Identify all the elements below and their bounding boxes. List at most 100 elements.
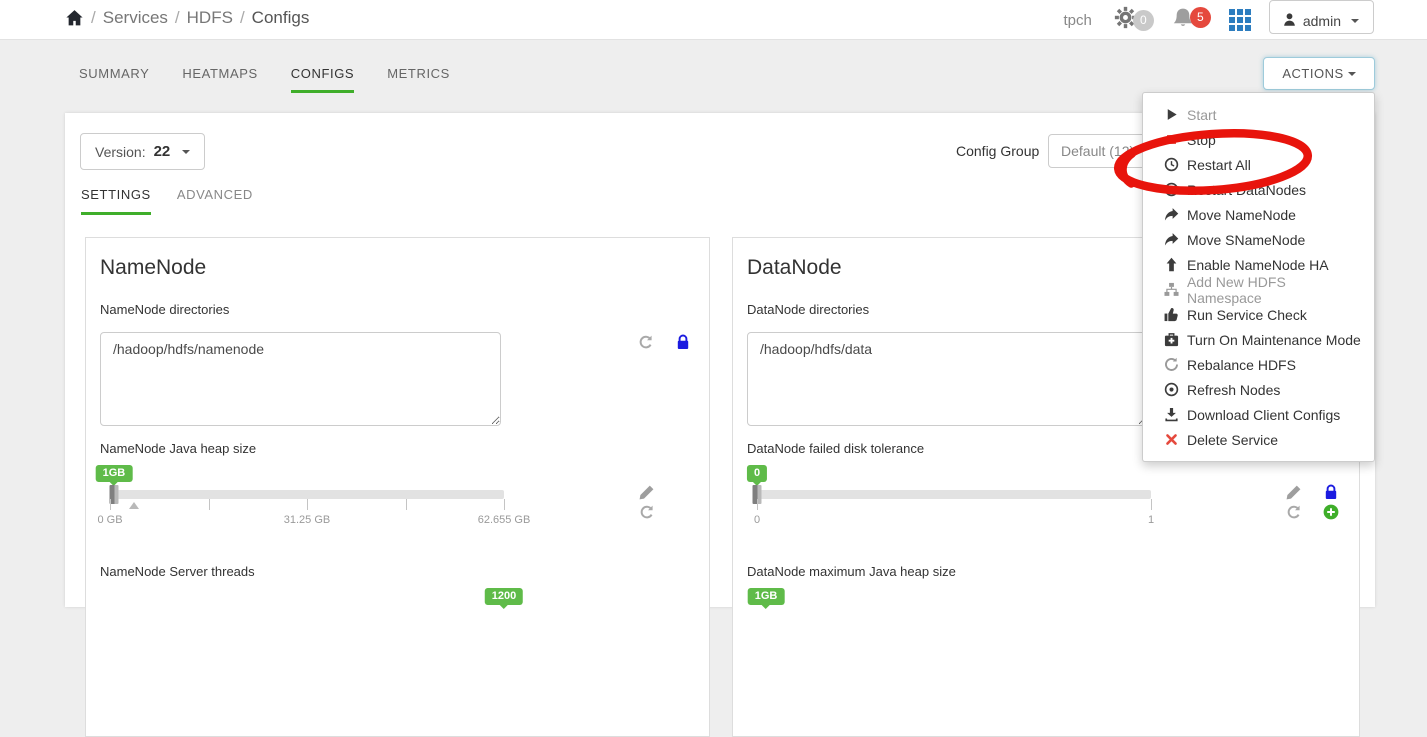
undo-icon[interactable] xyxy=(639,504,655,520)
panel-title: DataNode xyxy=(747,256,842,280)
chevron-down-icon xyxy=(1348,72,1356,76)
config-group-value: Default (12) xyxy=(1061,143,1134,159)
alerts-count-badge: 5 xyxy=(1190,7,1211,28)
stop-icon xyxy=(1163,133,1180,146)
slider-tick-label: 1 xyxy=(1148,514,1154,526)
menu-item-label: Move SNameNode xyxy=(1187,232,1305,248)
tab-summary[interactable]: SUMMARY xyxy=(79,66,149,93)
breadcrumb-separator: / xyxy=(175,8,180,28)
actions-button-label: ACTIONS xyxy=(1282,66,1343,81)
datanode-directories-input[interactable] xyxy=(747,332,1148,426)
slider-value-badge: 0 xyxy=(747,465,767,482)
field-label: DataNode maximum Java heap size xyxy=(747,564,956,579)
x-icon xyxy=(1163,433,1180,446)
menu-item-label: Turn On Maintenance Mode xyxy=(1187,332,1361,348)
views-grid-icon[interactable] xyxy=(1229,9,1251,31)
slider-tick-label: 31.25 GB xyxy=(284,514,330,526)
add-icon[interactable] xyxy=(1323,504,1339,520)
lock-icon[interactable] xyxy=(675,334,691,350)
menu-item-label: Run Service Check xyxy=(1187,307,1307,323)
field-label: NameNode Java heap size xyxy=(100,441,256,456)
menu-item-label: Download Client Configs xyxy=(1187,407,1340,423)
slider-track[interactable]: 01 xyxy=(757,490,1151,499)
download-icon xyxy=(1163,407,1180,422)
field-label: DataNode failed disk tolerance xyxy=(747,441,924,456)
top-navbar: /Services/HDFS/Configs tpch 0 xyxy=(0,0,1427,40)
menu-item-refresh-nodes[interactable]: Refresh Nodes xyxy=(1143,377,1374,402)
arrow-up-icon xyxy=(1163,257,1180,272)
edit-icon[interactable] xyxy=(1286,484,1302,500)
menu-item-run-service-check[interactable]: Run Service Check xyxy=(1143,302,1374,327)
lock-icon[interactable] xyxy=(1323,484,1339,500)
menu-item-delete-service[interactable]: Delete Service xyxy=(1143,427,1374,452)
menu-item-rebalance-hdfs[interactable]: Rebalance HDFS xyxy=(1143,352,1374,377)
refresh-icon xyxy=(1163,357,1180,372)
menu-item-label: Stop xyxy=(1187,132,1216,148)
slider-value-badge: 1GB xyxy=(96,465,133,482)
user-icon xyxy=(1282,12,1297,30)
breadcrumb-separator: / xyxy=(91,8,96,28)
menu-item-download-client-configs[interactable]: Download Client Configs xyxy=(1143,402,1374,427)
undo-icon[interactable] xyxy=(1286,504,1302,520)
tab-configs[interactable]: CONFIGS xyxy=(291,66,354,93)
slider-tick-label: 62.655 GB xyxy=(478,514,531,526)
menu-item-restart-datanodes[interactable]: Restart DataNodes xyxy=(1143,177,1374,202)
slider-tick xyxy=(110,499,111,510)
breadcrumb-item-hdfs[interactable]: HDFS xyxy=(187,8,233,28)
subtab-settings[interactable]: SETTINGS xyxy=(81,187,151,215)
version-selector[interactable]: Version: 22 xyxy=(80,133,205,170)
menu-item-start: Start xyxy=(1143,102,1374,127)
slider-track[interactable]: 0 GB31.25 GB62.655 GB xyxy=(110,490,504,499)
breadcrumb: /Services/HDFS/Configs xyxy=(65,8,309,28)
slider-tick xyxy=(406,499,407,510)
slider-default-marker xyxy=(129,502,139,509)
menu-item-label: Move NameNode xyxy=(1187,207,1296,223)
menu-item-move-namenode[interactable]: Move NameNode xyxy=(1143,202,1374,227)
admin-label: admin xyxy=(1303,13,1341,29)
admin-menu-button[interactable]: admin xyxy=(1269,0,1374,34)
menu-item-label: Delete Service xyxy=(1187,432,1278,448)
breadcrumb-separator: / xyxy=(240,8,245,28)
menu-item-label: Enable NameNode HA xyxy=(1187,257,1329,273)
slider-tick xyxy=(307,499,308,510)
alerts-button[interactable]: 5 xyxy=(1172,7,1211,34)
tab-heatmaps[interactable]: HEATMAPS xyxy=(182,66,257,93)
cluster-name: tpch xyxy=(1064,12,1092,29)
menu-item-stop[interactable]: Stop xyxy=(1143,127,1374,152)
config-sub-tabs: SETTINGS ADVANCED xyxy=(81,187,253,215)
breadcrumb-item-services[interactable]: Services xyxy=(103,8,168,28)
slider-tick-label: 0 GB xyxy=(97,514,122,526)
menu-item-label: Rebalance HDFS xyxy=(1187,357,1296,373)
slider-tick xyxy=(1151,499,1152,510)
actions-button[interactable]: ACTIONS xyxy=(1263,57,1375,90)
namenode-directories-input[interactable] xyxy=(100,332,501,426)
menu-item-label: Restart All xyxy=(1187,157,1251,173)
menu-item-restart-all[interactable]: Restart All xyxy=(1143,152,1374,177)
undo-icon[interactable] xyxy=(638,334,654,350)
slider-tick xyxy=(757,499,758,510)
circle-dot-icon xyxy=(1163,382,1180,397)
subtab-advanced[interactable]: ADVANCED xyxy=(177,187,253,215)
menu-item-label: Restart DataNodes xyxy=(1187,182,1306,198)
menu-item-turn-on-maintenance-mode[interactable]: Turn On Maintenance Mode xyxy=(1143,327,1374,352)
field-label: NameNode Server threads xyxy=(100,564,255,579)
slider-value-badge: 1200 xyxy=(485,588,523,605)
tab-metrics[interactable]: METRICS xyxy=(387,66,450,93)
home-icon[interactable] xyxy=(65,9,84,27)
edit-icon[interactable] xyxy=(639,484,655,500)
background-operations-button[interactable]: 0 xyxy=(1114,6,1154,34)
menu-item-label: Add New HDFS Namespace xyxy=(1187,274,1364,306)
thumbs-up-icon xyxy=(1163,307,1180,322)
field-label: NameNode directories xyxy=(100,302,229,317)
panel-title: NameNode xyxy=(100,256,206,280)
field-label: DataNode directories xyxy=(747,302,869,317)
service-tabs: SUMMARY HEATMAPS CONFIGS METRICS xyxy=(79,66,450,93)
panel-namenode: NameNode NameNode directories NameNode Jav… xyxy=(85,237,710,737)
play-icon xyxy=(1163,107,1180,122)
version-label: Version: xyxy=(95,144,146,160)
sitemap-icon xyxy=(1163,282,1180,297)
menu-item-move-snamenode[interactable]: Move SNameNode xyxy=(1143,227,1374,252)
config-group-label: Config Group xyxy=(956,143,1039,159)
forward-arrow-icon xyxy=(1163,232,1180,247)
clock-icon xyxy=(1163,182,1180,197)
